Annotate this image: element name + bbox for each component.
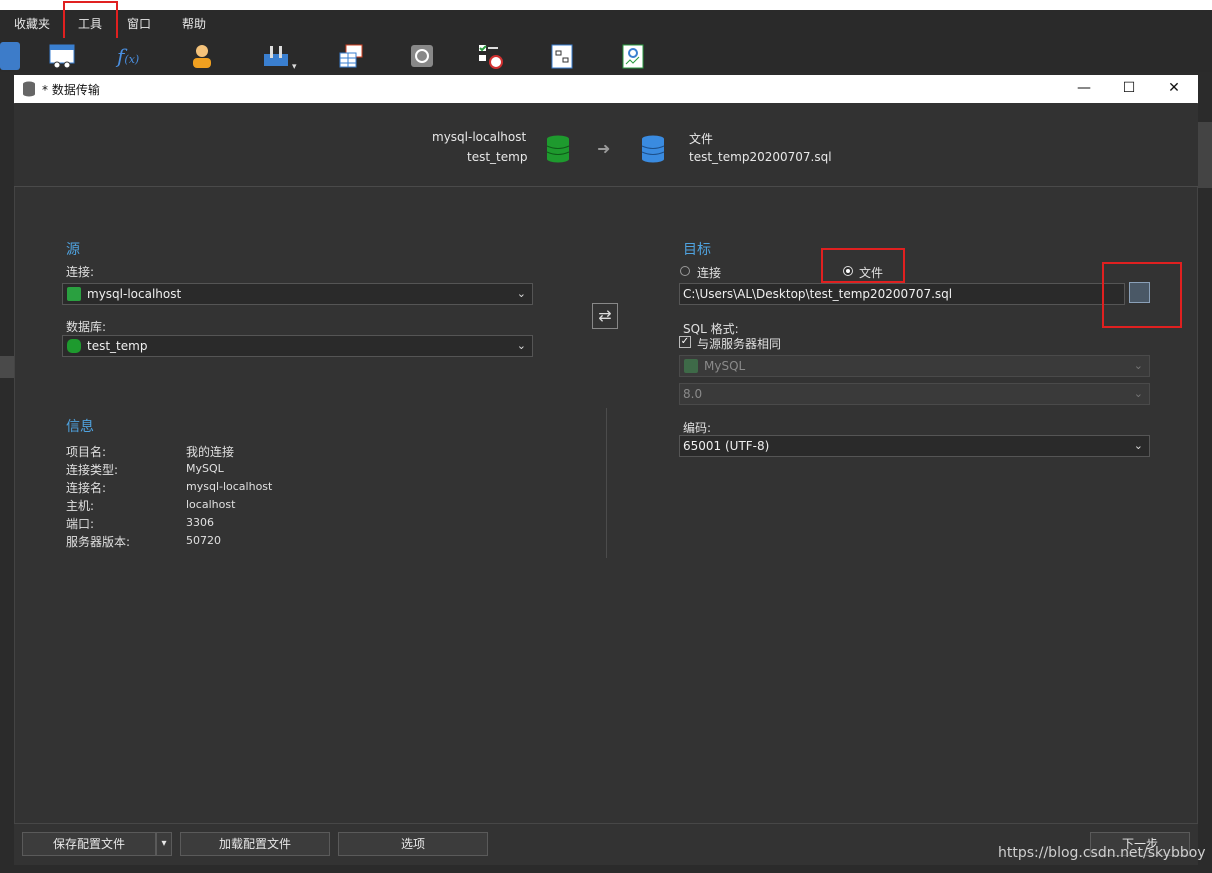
- options-label: 选项: [400, 837, 425, 851]
- menu-window[interactable]: 窗口: [127, 15, 151, 32]
- highlight-browse-button: [1102, 262, 1182, 328]
- schedule-icon[interactable]: [476, 42, 504, 70]
- info-value-conn-name: mysql-localhost: [186, 480, 273, 493]
- database-select[interactable]: test_temp ⌄: [62, 335, 533, 357]
- dialog-title: * 数据传输: [42, 83, 100, 97]
- connection-select-value: mysql-localhost: [87, 287, 182, 301]
- info-key-conn-type: 连接类型:: [66, 463, 119, 477]
- info-key-project: 项目名:: [66, 445, 107, 459]
- grid-icon[interactable]: [338, 42, 366, 70]
- encoding-value: 65001 (UTF-8): [683, 439, 770, 453]
- save-profile-label: 保存配置文件: [52, 837, 125, 851]
- info-key-server-version: 服务器版本:: [66, 535, 131, 549]
- info-key-conn-name: 连接名:: [66, 481, 107, 495]
- info-value-host: localhost: [186, 498, 236, 511]
- save-profile-dropdown[interactable]: ▾: [156, 832, 172, 856]
- connection-select[interactable]: mysql-localhost ⌄: [62, 283, 533, 305]
- report-icon[interactable]: [619, 42, 647, 70]
- database-icon: [67, 339, 81, 353]
- server-version-select[interactable]: 8.0 ⌄: [679, 383, 1150, 405]
- target-file-name: test_temp20200707.sql: [689, 150, 832, 164]
- chevron-down-icon: ⌄: [1133, 439, 1143, 452]
- encoding-label: 编码:: [683, 421, 712, 435]
- right-scroll-strip: [1198, 122, 1212, 188]
- connection-label: 连接:: [66, 265, 95, 279]
- info-section-title: 信息: [66, 419, 94, 435]
- info-value-server-version: 50720: [186, 534, 221, 547]
- source-database-name: test_temp: [467, 150, 528, 164]
- options-button[interactable]: 选项: [338, 832, 488, 856]
- radio-connection-label: 连接: [697, 266, 722, 280]
- top-band: [0, 0, 1212, 10]
- swap-button[interactable]: ⇄: [592, 303, 618, 329]
- load-profile-label: 加载配置文件: [218, 837, 291, 851]
- dialog-title-bar: * 数据传输 — ☐ ✕: [14, 75, 1198, 103]
- radio-connection[interactable]: [680, 266, 690, 276]
- server-version-value: 8.0: [683, 387, 703, 401]
- info-key-host: 主机:: [66, 499, 95, 513]
- target-type: 文件: [689, 132, 714, 146]
- connection-icon[interactable]: [0, 42, 20, 70]
- file-path-input[interactable]: C:\Users\AL\Desktop\test_temp20200707.sq…: [679, 283, 1125, 305]
- mysql-icon: [67, 287, 81, 301]
- toolbar: f(x) ▾: [0, 38, 1212, 72]
- mysql-icon: [684, 359, 698, 373]
- menu-help[interactable]: 帮助: [182, 15, 206, 32]
- side-tab: [0, 356, 14, 378]
- target-section-title: 目标: [683, 242, 711, 258]
- divider: [606, 408, 607, 558]
- chevron-down-icon: ⌄: [1133, 387, 1143, 400]
- tools-icon[interactable]: ▾: [262, 42, 297, 72]
- same-as-source-checkbox[interactable]: ✓: [679, 336, 691, 348]
- chevron-down-icon: ⌄: [516, 287, 526, 300]
- load-profile-button[interactable]: 加载配置文件: [180, 832, 330, 856]
- info-value-conn-type: MySQL: [186, 462, 224, 475]
- menu-favorites[interactable]: 收藏夹: [14, 15, 50, 32]
- target-database-icon: [641, 135, 665, 166]
- restore-icon[interactable]: [408, 42, 436, 70]
- watermark: https://blog.csdn.net/skybboy: [998, 845, 1206, 861]
- menu-bar: 收藏夹 工具 窗口 帮助: [0, 10, 1212, 38]
- encoding-select[interactable]: 65001 (UTF-8) ⌄: [679, 435, 1150, 457]
- function-icon[interactable]: f(x): [117, 42, 145, 70]
- chevron-down-icon: ⌄: [1133, 359, 1143, 372]
- source-database-icon: [546, 135, 570, 166]
- highlight-file-radio: [821, 248, 905, 283]
- highlight-tools-menu: [63, 1, 118, 43]
- model-icon[interactable]: [548, 42, 576, 70]
- source-connection-name: mysql-localhost: [432, 130, 527, 144]
- database-label: 数据库:: [66, 320, 107, 334]
- close-button[interactable]: ✕: [1164, 80, 1184, 96]
- file-path-value: C:\Users\AL\Desktop\test_temp20200707.sq…: [683, 287, 953, 301]
- source-section-title: 源: [66, 242, 80, 258]
- maximize-button[interactable]: ☐: [1119, 80, 1139, 96]
- svg-text:▾: ▾: [292, 62, 297, 70]
- chevron-down-icon: ⌄: [516, 339, 526, 352]
- user-icon[interactable]: [188, 42, 216, 70]
- minimize-button[interactable]: —: [1074, 80, 1094, 96]
- server-type-value: MySQL: [704, 359, 746, 373]
- same-as-source-label: 与源服务器相同: [697, 337, 782, 351]
- server-type-select[interactable]: MySQL ⌄: [679, 355, 1150, 377]
- info-value-port: 3306: [186, 516, 214, 529]
- database-select-value: test_temp: [87, 339, 148, 353]
- chevron-down-icon: ▾: [161, 838, 167, 849]
- table-icon[interactable]: [48, 42, 76, 70]
- info-key-port: 端口:: [66, 517, 95, 531]
- arrow-right-icon: ➜: [597, 139, 611, 158]
- save-profile-button[interactable]: 保存配置文件: [22, 832, 156, 856]
- database-icon: [22, 81, 36, 100]
- info-value-project: 我的连接: [186, 445, 235, 459]
- swap-icon: ⇄: [598, 306, 612, 325]
